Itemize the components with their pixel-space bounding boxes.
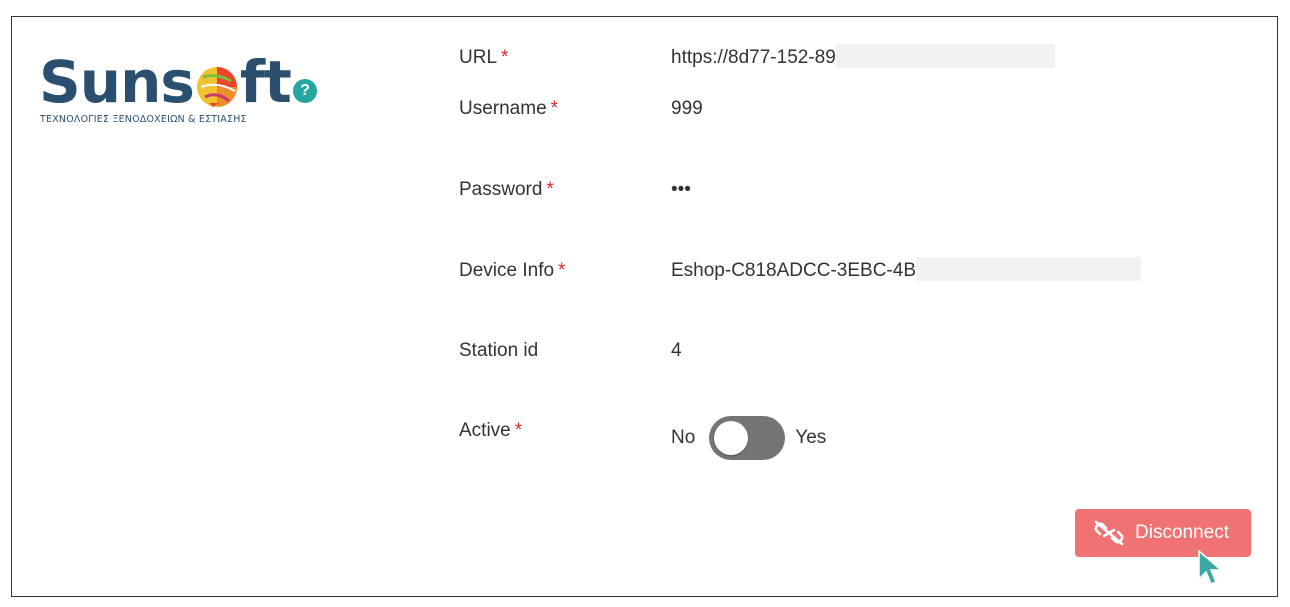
- station-id-label: Station id: [459, 340, 539, 361]
- device-info-label: Device Info *: [459, 260, 566, 281]
- logo-wordmark: Suns ft: [39, 48, 292, 116]
- url-redacted-area: [835, 43, 1055, 68]
- integration-settings-panel: Suns ft ΤΕΧΝΟΛΟΓΙΕΣ ΞΕΝΟΔΟΧΕΙΩΝ & ΕΣΤΙΑΣ…: [11, 16, 1278, 597]
- unlink-icon: [1094, 520, 1124, 546]
- logo-globe-icon: [196, 67, 237, 107]
- device-info-redacted-area: [916, 256, 1141, 281]
- url-value[interactable]: https://8d77-152-89: [671, 43, 1055, 69]
- username-label: Username *: [459, 98, 559, 119]
- active-yes-label: Yes: [795, 427, 827, 448]
- password-label: Password *: [459, 179, 554, 200]
- url-label: URL *: [459, 47, 509, 68]
- active-toggle-switch[interactable]: [709, 416, 786, 460]
- sunsoft-logo: Suns ft ΤΕΧΝΟΛΟΓΙΕΣ ΞΕΝΟΔΟΧΕΙΩΝ & ΕΣΤΙΑΣ…: [39, 52, 299, 132]
- logo-word-right: ft: [239, 48, 292, 116]
- device-info-value[interactable]: Eshop-C818ADCC-3EBC-4B: [671, 256, 1141, 282]
- active-toggle-group: No Yes: [671, 416, 826, 460]
- mouse-pointer-icon: [1198, 549, 1224, 585]
- active-label: Active *: [459, 420, 523, 441]
- username-value[interactable]: 999: [671, 98, 703, 120]
- logo-word-left: Suns: [39, 48, 195, 116]
- disconnect-label: Disconnect: [1135, 522, 1229, 543]
- password-value[interactable]: •••: [671, 179, 691, 201]
- station-id-value[interactable]: 4: [671, 340, 682, 362]
- toggle-knob: [714, 421, 749, 455]
- logo-subtitle: ΤΕΧΝΟΛΟΓΙΕΣ ΞΕΝΟΔΟΧΕΙΩΝ & ΕΣΤΙΑΣΗΣ: [40, 114, 247, 125]
- help-question-icon[interactable]: ?: [293, 79, 317, 103]
- active-no-label: No: [671, 427, 696, 448]
